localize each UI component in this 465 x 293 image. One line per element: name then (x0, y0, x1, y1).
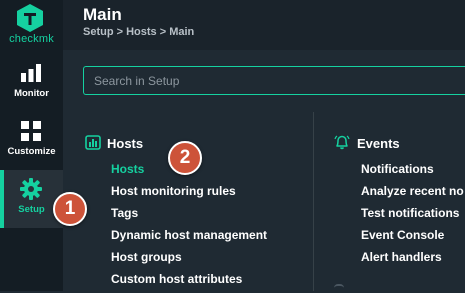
partial-section-icon (334, 284, 344, 293)
column-divider (313, 112, 314, 291)
callout-badge-1: 1 (53, 192, 87, 226)
menu-item-notifications[interactable]: Notifications (361, 162, 434, 176)
gear-icon (20, 178, 42, 200)
sidebar-item-label: Monitor (14, 88, 49, 99)
menu-item-tags[interactable]: Tags (111, 206, 138, 220)
grid-icon (21, 121, 41, 141)
section-title-hosts: Hosts (107, 136, 144, 151)
bar-chart-icon (21, 64, 41, 82)
search-input[interactable] (84, 67, 465, 94)
menu-item-alert-handlers[interactable]: Alert handlers (361, 250, 442, 264)
sidebar-item-label: Customize (7, 146, 56, 157)
checkmk-logo-icon (17, 4, 43, 32)
sidebar-item-monitor[interactable]: Monitor (0, 54, 63, 112)
sidebar-item-customize[interactable]: Customize (0, 112, 63, 170)
section-title-events: Events (357, 136, 400, 151)
checkmk-logo[interactable]: checkmk (0, 0, 63, 52)
menu-item-host-monitoring-rules[interactable]: Host monitoring rules (111, 184, 236, 198)
sidebar: checkmk Monitor Customize Setup (0, 0, 63, 291)
breadcrumb[interactable]: Setup > Hosts > Main (83, 26, 194, 38)
bell-icon (334, 135, 350, 150)
page-header: Main Setup > Hosts > Main (63, 0, 465, 50)
menu-item-custom-host-attributes[interactable]: Custom host attributes (111, 272, 242, 286)
menu-item-event-console[interactable]: Event Console (361, 228, 444, 242)
page-title: Main (83, 5, 122, 24)
callout-badge-2: 2 (168, 141, 202, 175)
menu-item-test-notifications[interactable]: Test notifications (361, 206, 459, 220)
logo-text: checkmk (9, 33, 54, 45)
menu-item-host-groups[interactable]: Host groups (111, 250, 182, 264)
menu-item-hosts[interactable]: Hosts (111, 162, 144, 176)
menu-item-analyze-recent-notifications[interactable]: Analyze recent no (361, 184, 464, 198)
search-box (83, 66, 465, 95)
menu-item-dynamic-host-management[interactable]: Dynamic host management (111, 228, 267, 242)
hosts-icon (85, 135, 101, 150)
sidebar-item-setup[interactable]: Setup (0, 170, 63, 228)
